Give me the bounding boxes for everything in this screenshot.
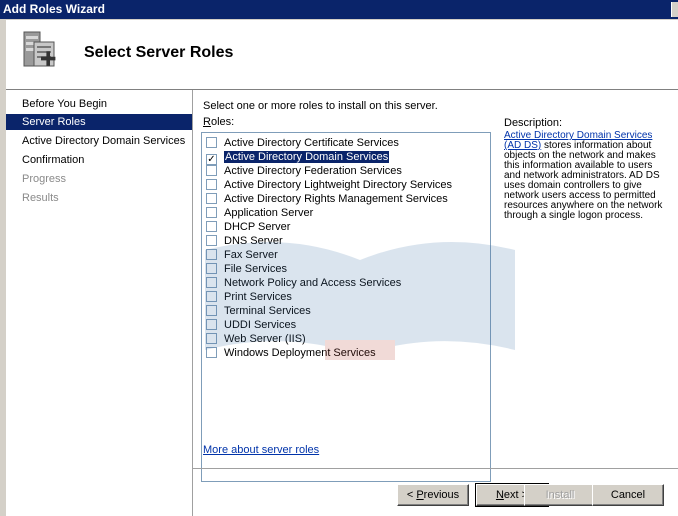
role-checkbox[interactable] [206,291,217,302]
role-label: Active Directory Domain Services [224,151,390,163]
role-label: Application Server [224,207,314,219]
install-button: Install [524,484,596,506]
role-label: Fax Server [224,249,278,261]
role-checkbox[interactable] [206,137,217,148]
role-item[interactable]: ✓ Active Directory Domain Services [206,150,390,165]
role-label: DNS Server [224,235,283,247]
title-bar[interactable]: Add Roles Wizard [0,0,678,19]
role-description: Active Directory Domain Services (AD DS)… [504,130,663,221]
window-title: Add Roles Wizard [3,2,105,16]
role-checkbox[interactable] [206,249,217,260]
main-content: Select one or more roles to install on t… [193,90,678,516]
role-checkbox[interactable] [206,193,217,204]
previous-button[interactable]: < Previous [397,484,469,506]
role-item[interactable]: Application Server [206,206,313,220]
role-checkbox[interactable] [206,319,217,330]
page-title: Select Server Roles [84,44,234,61]
role-checkbox[interactable] [206,207,217,218]
role-item[interactable]: File Services [206,262,287,276]
footer-divider [193,468,678,469]
role-label: Terminal Services [224,305,311,317]
role-item[interactable]: Terminal Services [206,304,311,318]
close-button[interactable] [671,2,678,17]
role-checkbox[interactable] [206,235,217,246]
sidebar-item-before-you-begin[interactable]: Before You Begin [6,96,192,112]
role-label: Network Policy and Access Services [224,277,402,289]
role-checkbox[interactable] [206,305,217,316]
role-item[interactable]: Network Policy and Access Services [206,276,401,290]
role-item[interactable]: UDDI Services [206,318,296,332]
role-label: Windows Deployment Services [224,347,376,359]
role-label: Active Directory Federation Services [224,165,402,177]
role-item[interactable]: Fax Server [206,248,278,262]
role-item[interactable]: Web Server (IIS) [206,332,306,346]
description-label: Description: [504,117,563,129]
role-checkbox[interactable] [206,333,217,344]
role-checkbox[interactable] [206,165,217,176]
server-roles-icon [23,31,56,67]
instruction-text: Select one or more roles to install on t… [203,100,438,112]
roles-label: Roles: [203,116,235,128]
role-label: DHCP Server [224,221,291,233]
role-label: Print Services [224,291,292,303]
role-item[interactable]: Windows Deployment Services [206,346,376,360]
role-item[interactable]: DHCP Server [206,220,290,234]
role-label: Active Directory Lightweight Directory S… [224,179,453,191]
role-label: Web Server (IIS) [224,333,306,345]
role-item[interactable]: Active Directory Federation Services [206,164,402,178]
role-label: File Services [224,263,287,275]
role-checkbox[interactable] [206,347,217,358]
role-item[interactable]: Print Services [206,290,292,304]
wizard-steps-sidebar: Before You Begin Server Roles Active Dir… [6,90,193,516]
role-checkbox[interactable] [206,221,217,232]
wizard-header: Select Server Roles [6,20,678,90]
role-item[interactable]: DNS Server [206,234,283,248]
sidebar-item-progress: Progress [22,173,67,185]
role-checkbox[interactable] [206,179,217,190]
role-label: Active Directory Rights Management Servi… [224,193,448,205]
sidebar-item-ad-ds[interactable]: Active Directory Domain Services [6,133,192,149]
role-item[interactable]: Active Directory Rights Management Servi… [206,192,448,206]
role-item[interactable]: Active Directory Certificate Services [206,136,399,150]
sidebar-item-server-roles[interactable]: Server Roles [6,114,192,130]
role-checkbox[interactable] [206,277,217,288]
role-checkbox[interactable] [206,263,217,274]
role-label: Active Directory Certificate Services [224,137,399,149]
cancel-button[interactable]: Cancel [592,484,664,506]
add-roles-wizard-window: Add Roles Wizard Select Server Roles Bef… [0,0,678,516]
role-item[interactable]: Active Directory Lightweight Directory S… [206,178,452,192]
sidebar-item-results: Results [22,192,59,204]
roles-list[interactable]: Active Directory Certificate Services ✓ Ac… [201,132,491,482]
sidebar-item-confirmation[interactable]: Confirmation [6,152,192,168]
role-label: UDDI Services [224,319,297,331]
more-about-server-roles-link[interactable]: More about server roles [203,444,319,456]
